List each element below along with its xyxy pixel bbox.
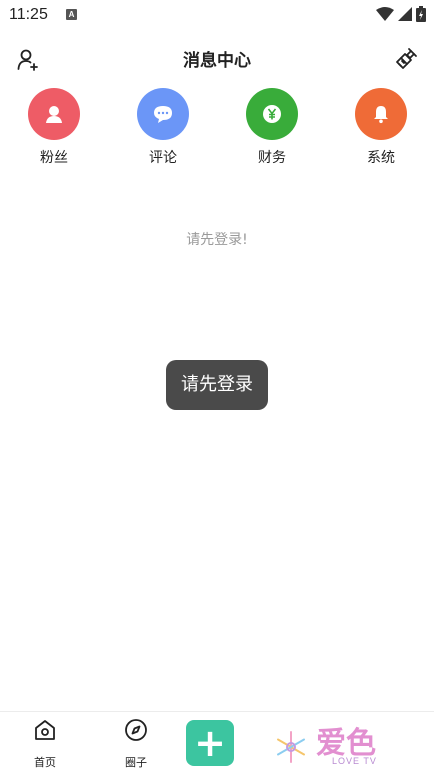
status-time: 11:25 [9,6,48,23]
bell-icon [374,106,388,124]
plus-icon: + [194,721,226,765]
watermark-logo: 爱色 LOVE TV [272,718,402,770]
finance-icon-circle [246,88,298,140]
tab-circles[interactable]: 圈子 [106,718,166,770]
comment-icon [154,106,172,123]
category-fans[interactable]: 粉丝 [19,88,89,167]
page-title: 消息中心 [183,51,251,71]
status-bar: 11:25 A [0,0,434,30]
toast-message: 请先登录 [166,360,268,410]
category-label: 系统 [367,150,395,166]
category-label: 粉丝 [40,150,68,166]
wifi-icon [376,7,394,21]
category-label: 财务 [258,150,286,166]
watermark-tagline: LOVE TV [332,756,377,766]
yen-icon [263,105,281,123]
bottom-tabbar: 首页 圈子 + 爱色 LOVE TV [0,711,434,771]
fans-icon-circle [28,88,80,140]
battery-icon [416,6,426,22]
notification-icon: A [66,9,77,20]
login-prompt-text: 请先登录! [186,232,248,248]
category-system[interactable]: 系统 [346,88,416,167]
tab-home[interactable]: 首页 [15,718,75,770]
snowflake-icon [277,731,305,763]
message-categories: 粉丝 评论 财务 系统 [0,88,434,168]
tab-label: 首页 [34,756,56,769]
category-finance[interactable]: 财务 [237,88,307,167]
status-icons [376,6,426,22]
user-icon [46,106,62,123]
tab-label: 圈子 [125,756,147,769]
compass-icon [125,719,147,741]
home-icon [35,720,55,740]
system-icon-circle [355,88,407,140]
clear-button[interactable] [394,47,418,71]
comments-icon-circle [137,88,189,140]
signal-icon [398,7,412,21]
header: 消息中心 [0,40,434,76]
category-comments[interactable]: 评论 [128,88,198,167]
broom-icon [396,48,417,69]
category-label: 评论 [149,150,177,166]
add-post-button[interactable]: + [186,720,234,766]
